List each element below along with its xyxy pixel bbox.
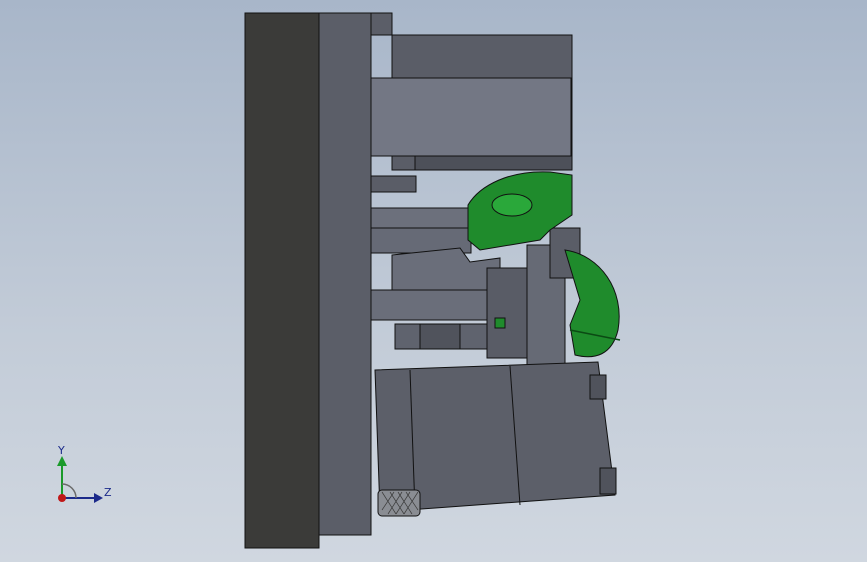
z-axis-arrow-icon [94, 493, 103, 503]
housing-notch [589, 374, 607, 400]
y-axis-arrow-icon [57, 456, 67, 466]
green-dome-part [564, 249, 620, 358]
clamping-plate [244, 12, 320, 549]
upper-block-face [370, 77, 572, 157]
pin-collar [419, 323, 461, 350]
mold-assembly-model[interactable] [0, 0, 867, 562]
y-axis-label: Y [57, 444, 65, 457]
rail-1 [370, 207, 472, 229]
mold-base-plate [318, 12, 372, 536]
left-lip [370, 175, 417, 193]
housing-notch-lower [599, 467, 617, 495]
green-hook-hole [491, 193, 533, 217]
angled-lifter [391, 247, 501, 291]
slide-block-a [486, 267, 528, 359]
coordinate-triad: Y Z [57, 444, 112, 503]
z-axis-label: Z [104, 486, 112, 499]
plate-step-top [370, 12, 393, 36]
upper-block-lower-strip [414, 155, 573, 171]
origin-dot-icon [58, 494, 66, 502]
rail-3 [370, 289, 497, 321]
green-small-pin [494, 317, 506, 329]
cad-viewport[interactable]: Y Z [0, 0, 867, 562]
